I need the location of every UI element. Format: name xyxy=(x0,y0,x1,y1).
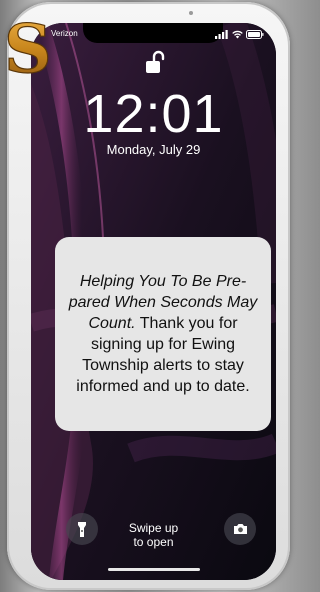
battery-icon xyxy=(246,29,264,39)
lock-screen-date: Monday, July 29 xyxy=(106,142,201,157)
notch xyxy=(83,23,223,43)
signal-bars-icon xyxy=(215,29,228,39)
status-icons xyxy=(215,29,264,39)
notification-text: Helping You To Be Pre-pared When Seconds… xyxy=(63,271,263,397)
svg-text:S: S xyxy=(4,14,52,82)
wifi-icon xyxy=(232,30,243,38)
camera-icon xyxy=(233,524,247,534)
home-indicator[interactable] xyxy=(108,568,200,571)
s-logo: S xyxy=(3,14,52,82)
unlocked-padlock-icon xyxy=(146,50,165,73)
front-sensor-dot xyxy=(189,11,193,15)
camera-button[interactable] xyxy=(224,513,256,545)
lock-screen-time: 12:01 xyxy=(83,84,224,144)
lock-screen: Verizon 12:01 Monday, July 29 Helping Yo… xyxy=(31,23,276,580)
notification-card[interactable]: Helping You To Be Pre-pared When Seconds… xyxy=(55,237,271,431)
phone-frame: Verizon 12:01 Monday, July 29 Helping Yo… xyxy=(7,2,290,590)
